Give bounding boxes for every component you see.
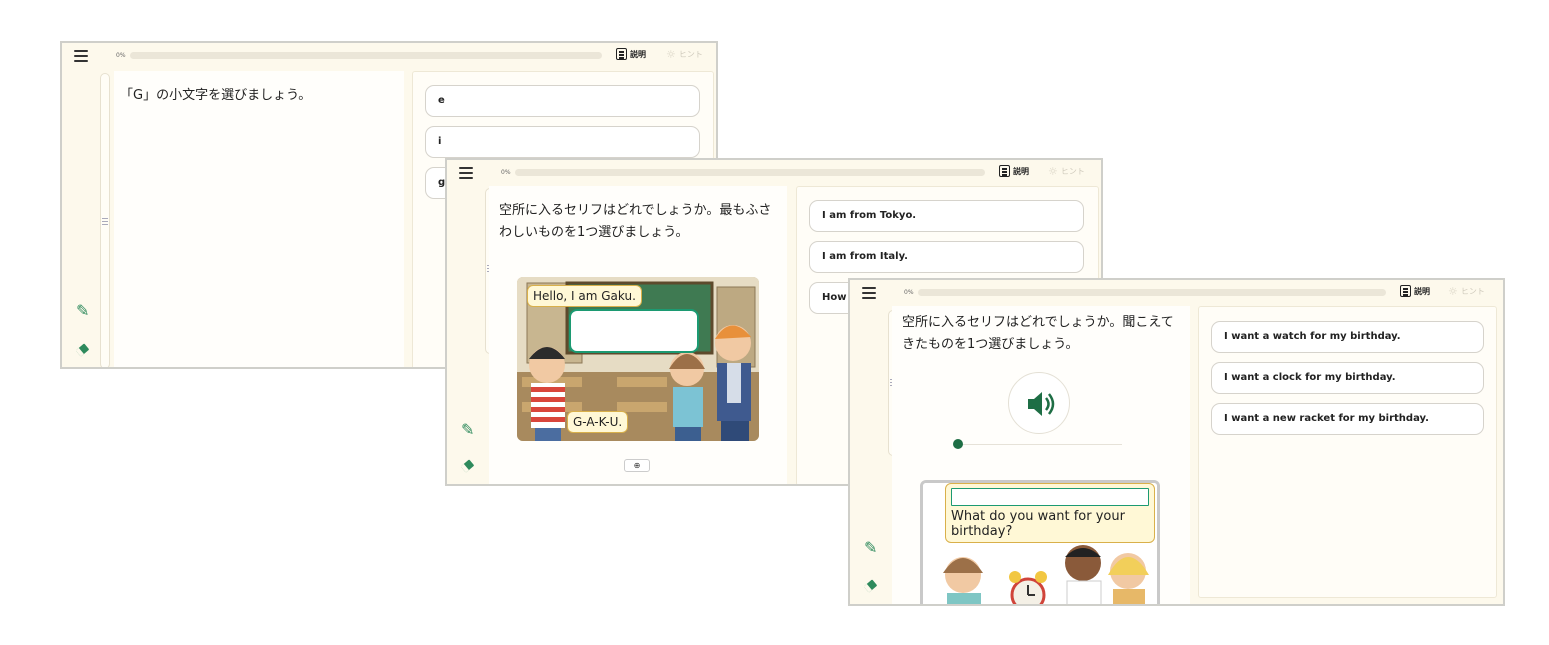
- menu-icon[interactable]: [459, 167, 473, 179]
- classroom-illustration: Hello, I am Gaku. G-A-K-U.: [517, 277, 759, 441]
- choice-option[interactable]: I want a new racket for my birthday.: [1211, 403, 1484, 435]
- answer-blank-bubble: [569, 309, 699, 353]
- choice-option[interactable]: i: [425, 126, 700, 158]
- eraser-icon[interactable]: [75, 343, 90, 357]
- progress-bar: [130, 52, 602, 59]
- hint-label: ヒント: [678, 50, 703, 59]
- birthday-illustration: What do you want for your birthday?: [920, 480, 1160, 604]
- choice-option[interactable]: I am from Italy.: [809, 241, 1084, 273]
- hint-button[interactable]: ☼ ヒント: [1048, 165, 1085, 178]
- progress-bar: [515, 169, 985, 176]
- progress-percent: 0%: [501, 169, 511, 176]
- lightbulb-icon: ☼: [1448, 285, 1458, 298]
- hint-label: ヒント: [1060, 167, 1085, 176]
- choice-option[interactable]: I want a clock for my birthday.: [1211, 362, 1484, 394]
- choice-option[interactable]: I want a watch for my birthday.: [1211, 321, 1484, 353]
- document-icon: [1400, 285, 1411, 297]
- top-bar: 0% 説明 ☼ ヒント: [447, 160, 1101, 186]
- question-panel: 空所に入るセリフはどれでしょうか。最もふさわしいものを1つ選びましょう。 Hel…: [489, 186, 787, 484]
- pencil-icon[interactable]: ✎: [461, 420, 474, 439]
- speech-bubble-text: What do you want for your birthday?: [951, 509, 1125, 539]
- menu-icon[interactable]: [862, 287, 876, 299]
- top-bar: 0% 説明 ☼ ヒント: [850, 280, 1503, 306]
- pencil-icon[interactable]: ✎: [864, 538, 877, 557]
- document-icon: [999, 165, 1010, 177]
- hint-label: ヒント: [1460, 287, 1485, 296]
- audio-progress-knob[interactable]: [953, 439, 963, 449]
- eraser-icon[interactable]: [863, 579, 878, 593]
- description-label: 説明: [630, 49, 646, 59]
- question-text: 「G」の小文字を選びましょう。: [120, 88, 312, 103]
- screen-3-card: 0% 説明 ☼ ヒント 空所に入るセリフはどれでしょうか。聞こえてきたものを1つ…: [848, 278, 1505, 606]
- lightbulb-icon: ☼: [1048, 165, 1058, 178]
- menu-icon[interactable]: [74, 50, 88, 62]
- progress-percent: 0%: [904, 289, 914, 296]
- description-button[interactable]: 説明: [1400, 285, 1430, 297]
- choice-option[interactable]: e: [425, 85, 700, 117]
- speech-bubble: What do you want for your birthday?: [945, 483, 1155, 543]
- hint-button[interactable]: ☼ ヒント: [666, 48, 703, 61]
- description-label: 説明: [1013, 166, 1029, 176]
- progress-bar: [918, 289, 1386, 296]
- document-icon: [616, 48, 627, 60]
- zoom-button[interactable]: ⊕: [624, 459, 650, 472]
- lightbulb-icon: ☼: [666, 48, 676, 61]
- pencil-icon[interactable]: ✎: [76, 301, 89, 320]
- description-label: 説明: [1414, 286, 1430, 296]
- description-button[interactable]: 説明: [616, 48, 646, 60]
- question-text: 空所に入るセリフはどれでしょうか。聞こえてきたものを1つ選びましょう。: [902, 315, 1174, 352]
- choices-panel: I want a watch for my birthday. I want a…: [1198, 306, 1497, 598]
- eraser-icon[interactable]: [460, 459, 475, 473]
- progress-percent: 0%: [116, 52, 126, 59]
- panel-resize-handle[interactable]: [100, 73, 110, 367]
- choice-option[interactable]: I am from Tokyo.: [809, 200, 1084, 232]
- hint-button[interactable]: ☼ ヒント: [1448, 285, 1485, 298]
- answer-blank-box: [951, 488, 1149, 506]
- question-panel: 「G」の小文字を選びましょう。: [114, 71, 404, 367]
- top-bar: 0% 説明 ☼ ヒント: [62, 43, 716, 69]
- speech-bubble-bottom: G-A-K-U.: [567, 411, 629, 433]
- question-text: 空所に入るセリフはどれでしょうか。最もふさわしいものを1つ選びましょう。: [499, 203, 772, 240]
- speech-bubble-top: Hello, I am Gaku.: [527, 285, 642, 307]
- question-panel: 空所に入るセリフはどれでしょうか。聞こえてきたものを1つ選びましょう。 What…: [892, 306, 1190, 604]
- play-audio-button[interactable]: [1008, 372, 1070, 434]
- description-button[interactable]: 説明: [999, 165, 1029, 177]
- speaker-icon: [1028, 392, 1055, 416]
- audio-progress-track[interactable]: [954, 444, 1122, 445]
